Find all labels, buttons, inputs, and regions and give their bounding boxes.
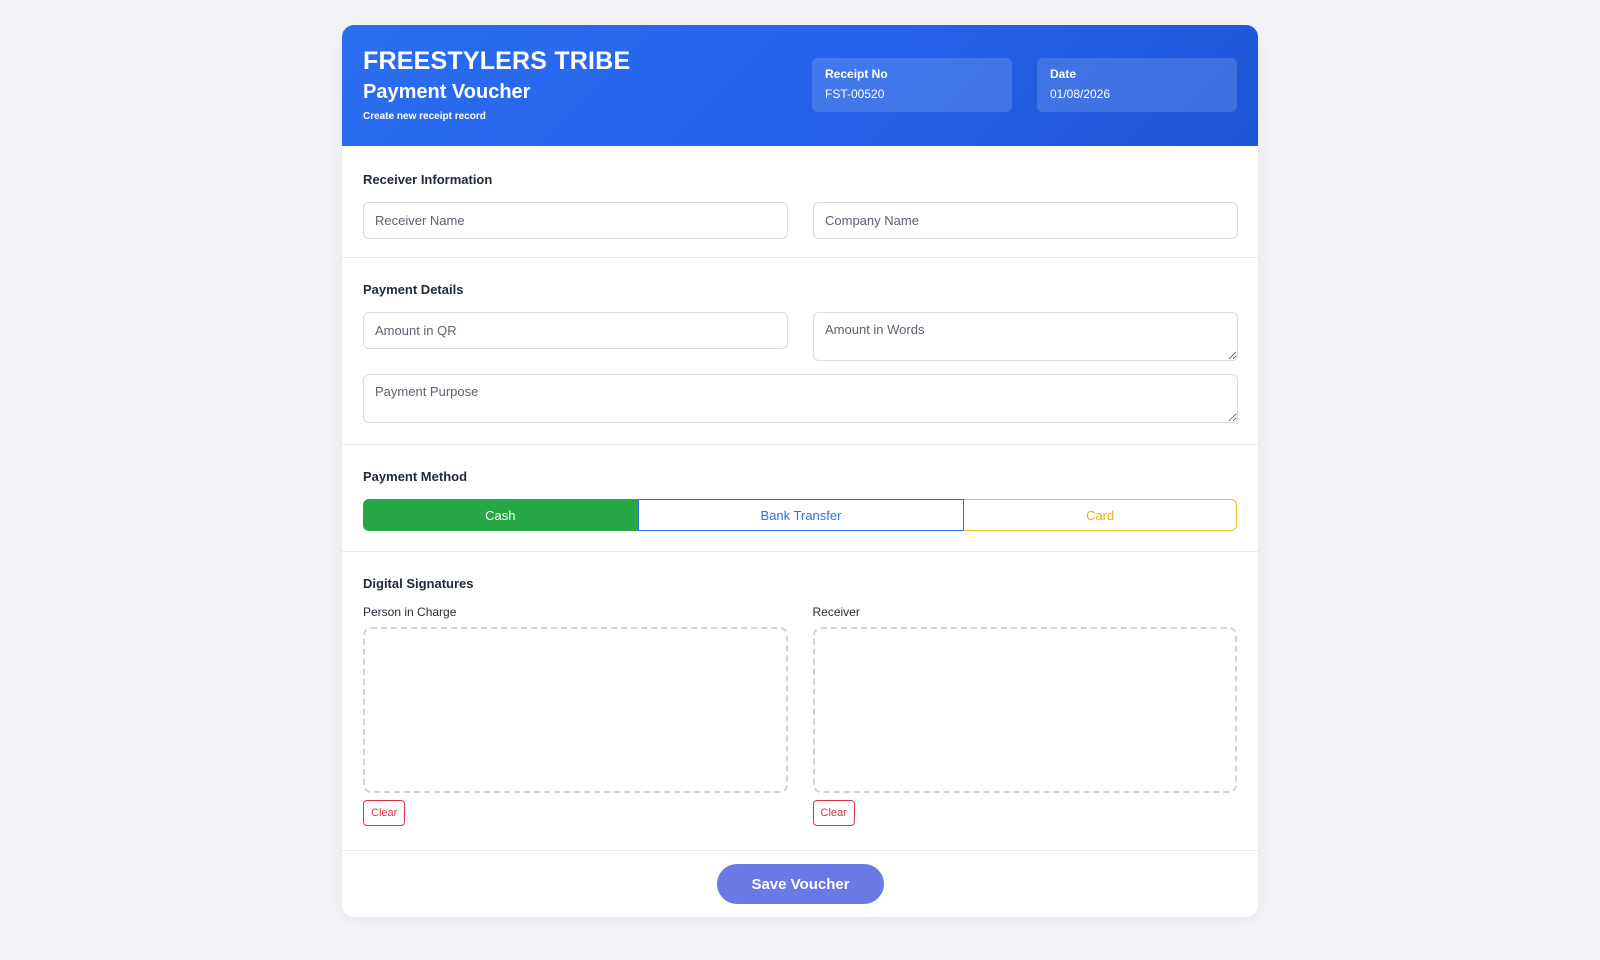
brand-name: FREESTYLERS TRIBE (363, 47, 631, 75)
receiver-name-input[interactable] (363, 202, 788, 239)
voucher-footer: Save Voucher (342, 851, 1258, 915)
receipt-number-label: Receipt No (825, 67, 888, 81)
receipt-number-value: FST-00520 (825, 87, 885, 101)
company-name-input[interactable] (813, 202, 1238, 239)
person-in-charge-label: Person in Charge (363, 605, 457, 619)
date-label: Date (1050, 67, 1077, 81)
person-in-charge-signature: Person in Charge Clear (363, 605, 788, 826)
receiver-signature: Receiver Clear (812, 605, 1237, 826)
receiver-information-section: Receiver Information (342, 146, 1258, 258)
page-subtitle: Create new receipt record (363, 111, 486, 122)
section-title-signatures: Digital Signatures (363, 576, 474, 591)
amount-qr-input[interactable] (363, 312, 788, 349)
page-title: Payment Voucher (363, 81, 531, 103)
clear-receiver-signature-button[interactable]: Clear (812, 800, 855, 826)
save-voucher-button[interactable]: Save Voucher (717, 864, 884, 904)
amount-words-textarea[interactable] (813, 312, 1238, 361)
clear-person-signature-button[interactable]: Clear (363, 800, 406, 826)
method-bank-transfer-button[interactable]: Bank Transfer (637, 499, 965, 531)
receipt-number-box: Receipt No FST-00520 (812, 58, 1012, 112)
payment-purpose-textarea[interactable] (363, 374, 1238, 423)
section-title-method: Payment Method (363, 469, 468, 484)
receiver-signature-label: Receiver (812, 605, 860, 619)
date-box: Date 01/08/2026 (1037, 58, 1237, 112)
digital-signatures-section: Digital Signatures Person in Charge Clea… (342, 552, 1258, 851)
person-in-charge-signature-pad[interactable] (363, 627, 788, 793)
payment-method-group: Cash Bank Transfer Card (363, 499, 1237, 531)
method-card-button[interactable]: Card (964, 499, 1237, 531)
section-title-receiver: Receiver Information (363, 172, 493, 187)
receiver-signature-pad[interactable] (812, 627, 1237, 793)
payment-details-section: Payment Details (342, 258, 1258, 445)
payment-method-section: Payment Method Cash Bank Transfer Card (342, 445, 1258, 552)
date-value: 01/08/2026 (1050, 87, 1111, 101)
method-cash-button[interactable]: Cash (363, 499, 638, 531)
voucher-header: FREESTYLERS TRIBE Payment Voucher Create… (342, 25, 1258, 146)
section-title-payment: Payment Details (363, 282, 464, 297)
voucher-card: FREESTYLERS TRIBE Payment Voucher Create… (342, 25, 1258, 917)
